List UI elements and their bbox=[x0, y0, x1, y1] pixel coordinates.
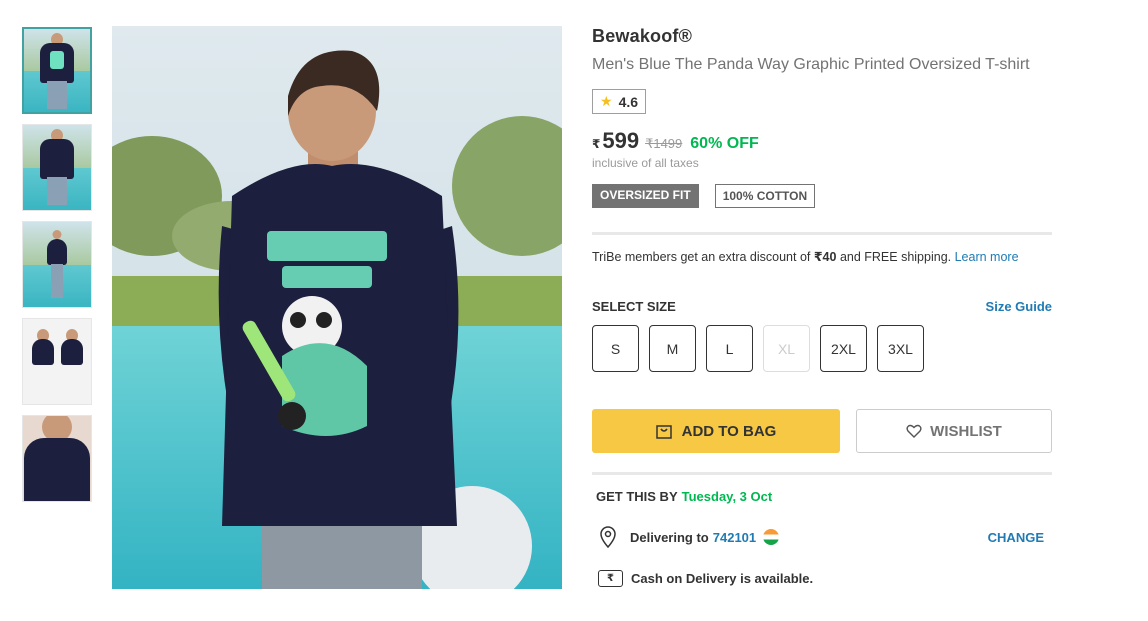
thumb-head bbox=[52, 230, 62, 239]
star-icon: ★ bbox=[600, 93, 613, 109]
mrp-price: ₹1499 bbox=[645, 136, 683, 151]
delivery-date: Tuesday, 3 Oct bbox=[681, 489, 773, 504]
heart-icon bbox=[906, 424, 922, 438]
size-option-s[interactable]: S bbox=[592, 325, 639, 372]
thumbnail-list bbox=[22, 27, 92, 512]
thumbnail-5[interactable] bbox=[22, 415, 92, 502]
size-option-m[interactable]: M bbox=[649, 325, 696, 372]
product-tags: OVERSIZED FIT 100% COTTON bbox=[592, 184, 1052, 208]
thumb-legs bbox=[47, 81, 67, 109]
size-options: S M L XL 2XL 3XL bbox=[592, 325, 1052, 372]
bag-icon bbox=[655, 425, 672, 439]
thumb-legs bbox=[51, 264, 63, 298]
product-photo bbox=[112, 26, 562, 589]
add-to-bag-label: ADD TO BAG bbox=[681, 422, 777, 440]
get-this-by-label: GET THIS BY bbox=[596, 489, 678, 504]
discount-label: 60% OFF bbox=[690, 135, 759, 152]
rating-value: 4.6 bbox=[618, 93, 639, 110]
cta-row: ADD TO BAG WISHLIST bbox=[592, 409, 1052, 453]
size-guide-link[interactable]: Size Guide bbox=[986, 299, 1052, 314]
thumb-shirt bbox=[47, 239, 67, 265]
tribe-amount: ₹40 bbox=[813, 250, 837, 264]
thumb-legs bbox=[47, 177, 67, 205]
current-price: 599 bbox=[602, 128, 640, 153]
tribe-suffix: and FREE shipping. bbox=[836, 250, 955, 264]
thumb-print bbox=[50, 51, 64, 69]
size-option-2xl[interactable]: 2XL bbox=[820, 325, 867, 372]
tribe-offer: TriBe members get an extra discount of ₹… bbox=[592, 249, 1052, 265]
divider bbox=[592, 472, 1052, 475]
delivery-estimate: GET THIS BY Tuesday, 3 Oct bbox=[592, 489, 1052, 504]
tribe-prefix: TriBe members get an extra discount of bbox=[592, 250, 814, 264]
india-flag-icon bbox=[763, 529, 780, 545]
select-size-label: SELECT SIZE bbox=[592, 299, 676, 314]
rupee-symbol: ₹ bbox=[592, 137, 601, 151]
brand-name[interactable]: Bewakoof® bbox=[592, 26, 1052, 47]
thumb-shirt bbox=[40, 139, 74, 179]
thumb-shirt bbox=[24, 438, 90, 501]
cash-icon: ₹ bbox=[598, 570, 623, 587]
thumbnail-3[interactable] bbox=[22, 221, 92, 308]
location-pin-icon bbox=[600, 526, 616, 548]
size-option-l[interactable]: L bbox=[706, 325, 753, 372]
change-pincode-button[interactable]: CHANGE bbox=[988, 530, 1052, 545]
tag-cotton: 100% COTTON bbox=[714, 184, 816, 208]
product-title: Men's Blue The Panda Way Graphic Printed… bbox=[592, 56, 1030, 73]
learn-more-link[interactable]: Learn more bbox=[955, 250, 1019, 264]
thumbnail-4[interactable] bbox=[22, 318, 92, 405]
size-option-3xl[interactable]: 3XL bbox=[877, 325, 924, 372]
price-row: ₹ 599 ₹1499 60% OFF bbox=[592, 128, 1052, 154]
tag-oversized-fit: OVERSIZED FIT bbox=[592, 184, 699, 208]
product-info: Bewakoof® Men's Blue The Panda Way Graph… bbox=[592, 26, 1052, 587]
size-header: SELECT SIZE Size Guide bbox=[592, 299, 1052, 314]
delivery-location: Delivering to 742101 CHANGE bbox=[592, 526, 1052, 548]
cod-info: ₹ Cash on Delivery is available. bbox=[592, 570, 1052, 587]
tax-note: inclusive of all taxes bbox=[592, 156, 699, 170]
delivering-to-label: Delivering to bbox=[630, 529, 709, 545]
wishlist-label: WISHLIST bbox=[930, 422, 1002, 440]
size-option-xl: XL bbox=[763, 325, 810, 372]
main-product-image[interactable] bbox=[112, 26, 562, 589]
thumbnail-2[interactable] bbox=[22, 124, 92, 211]
wishlist-button[interactable]: WISHLIST bbox=[856, 409, 1052, 453]
add-to-bag-button[interactable]: ADD TO BAG bbox=[592, 409, 840, 453]
rating-badge[interactable]: ★ 4.6 bbox=[592, 89, 647, 114]
thumb-shirt bbox=[60, 339, 83, 365]
thumbnail-1[interactable] bbox=[22, 27, 92, 114]
pincode: 742101 bbox=[712, 529, 757, 545]
divider bbox=[592, 232, 1052, 235]
thumb-shirt bbox=[32, 339, 55, 365]
cod-label: Cash on Delivery is available. bbox=[631, 571, 814, 586]
